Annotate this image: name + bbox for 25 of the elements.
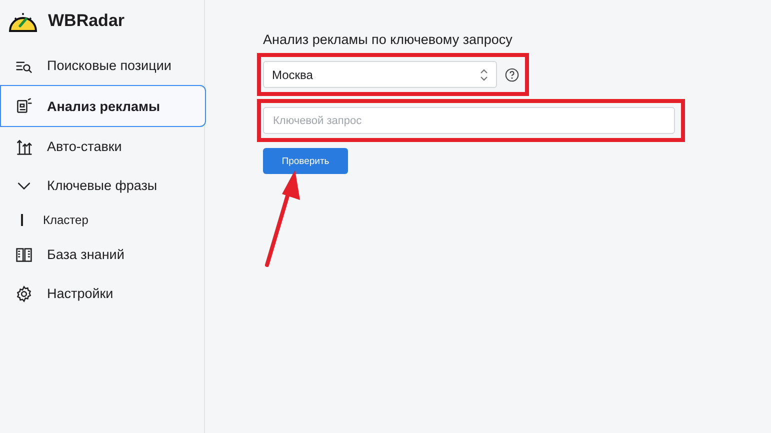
sidebar-item[interactable]: Поисковые позиции: [0, 46, 206, 85]
sidebar-item[interactable]: Анализ рекламы: [0, 85, 206, 127]
page-title: Анализ рекламы по ключевому запросу: [263, 32, 514, 47]
item-label: База знаний: [47, 247, 124, 262]
item-label: Настройки: [47, 286, 114, 301]
sidebar-item[interactable]: База знаний: [0, 235, 206, 274]
sidebar-subitem[interactable]: Кластер: [0, 205, 206, 235]
sidebar-group[interactable]: Ключевые фразы: [0, 166, 206, 205]
growth-arrows-icon: [15, 138, 33, 156]
tree-line-icon: [21, 214, 23, 226]
region-select[interactable]: Москва: [263, 61, 497, 88]
item-label: Авто-ставки: [47, 139, 122, 154]
keyword-field[interactable]: Ключевой запрос: [263, 107, 675, 134]
item-label: Анализ рекламы: [47, 98, 160, 114]
sidebar-item[interactable]: Авто-ставки: [0, 127, 206, 166]
help-icon[interactable]: [505, 68, 519, 82]
settings-icon: [15, 284, 33, 302]
spinner-caret-icon: [480, 68, 488, 80]
sidebar-item[interactable]: Настройки: [0, 274, 206, 313]
brand-name: WBRadar: [48, 11, 125, 31]
document-icon: [15, 97, 33, 115]
check-button[interactable]: Проверить: [263, 148, 348, 174]
item-label: Поисковые позиции: [47, 58, 172, 73]
book-icon: [15, 246, 33, 264]
group-label: Ключевые фразы: [47, 178, 158, 193]
